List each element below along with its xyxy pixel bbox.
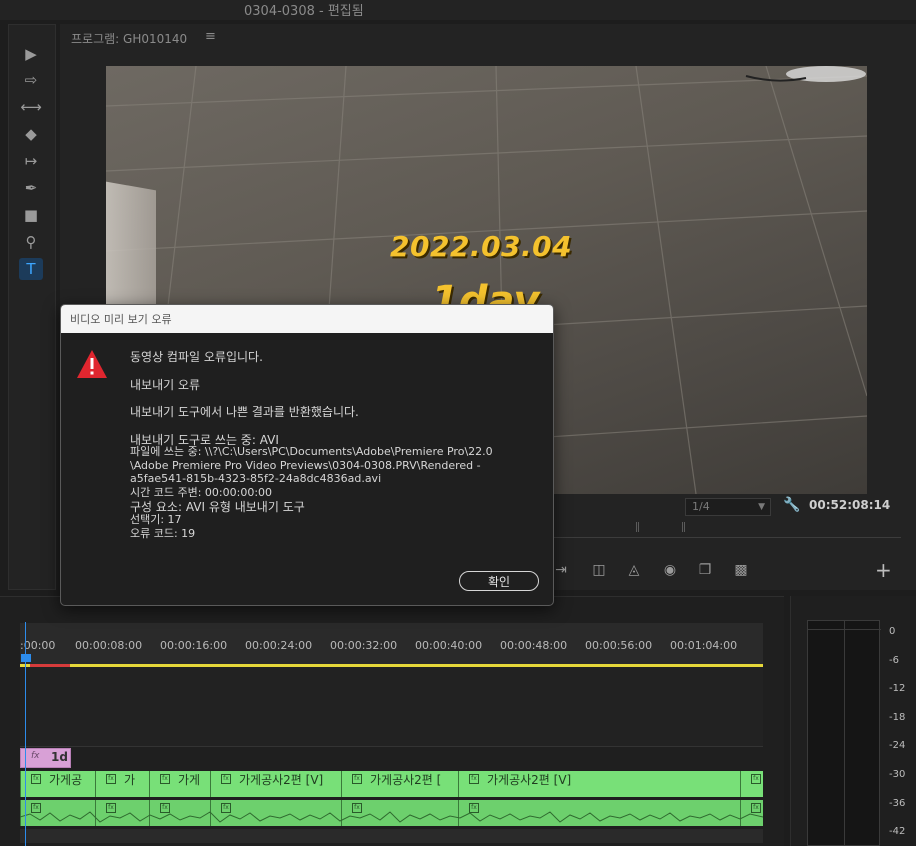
wrench-icon[interactable]: 🔧 — [783, 497, 800, 513]
scrub-tick — [682, 522, 683, 532]
duration-timecode: 00:52:08:14 — [809, 498, 891, 512]
ok-button[interactable]: 확인 — [459, 571, 539, 591]
select-tool-icon[interactable]: ▶ — [19, 43, 43, 65]
meter-label: -18 — [889, 712, 906, 723]
error-detail: a5fae541-815b-4323-85f2-24a8dc4836ad.avi — [130, 472, 382, 485]
extract-icon[interactable]: ◬ — [623, 560, 645, 580]
meter-label: -24 — [889, 740, 906, 751]
clip-name: 가게 — [178, 773, 201, 787]
empty-track-area[interactable] — [20, 667, 763, 747]
error-detail: 파일에 쓰는 중: \\?\C:\Users\PC\Documents\Adob… — [130, 445, 493, 458]
meter-label: -30 — [889, 769, 906, 780]
ruler-label: 00:00:32:00 — [330, 639, 398, 652]
rectangle-icon[interactable]: ■ — [19, 204, 43, 226]
ruler-label: 00:00:16:00 — [160, 639, 228, 652]
window-title: 0304-0308 - 편집됨 — [244, 4, 364, 19]
ruler-label: 00:00:48:00 — [500, 639, 568, 652]
track-select-icon[interactable]: ⇨ — [19, 69, 43, 91]
clip-name: 가게공사2편 [V] — [239, 773, 324, 787]
ruler-label: 00:00:40:00 — [415, 639, 483, 652]
fx-badge: fx — [31, 774, 41, 784]
error-detail: 오류 코드: 19 — [130, 527, 196, 540]
proxy-toggle-icon[interactable]: ▩ — [730, 560, 752, 580]
warning-icon — [77, 350, 107, 378]
audio-track: fx fx fx fx fx fx fx — [20, 800, 763, 826]
video-clip[interactable]: fx 가게 — [149, 771, 210, 797]
ruler-label: 00:00:24:00 — [245, 639, 313, 652]
fx-badge: fx — [160, 774, 170, 784]
meter-label: -36 — [889, 798, 906, 809]
window-titlebar: 0304-0308 - 편집됨 — [0, 0, 916, 20]
meter-channel-divider — [844, 621, 845, 846]
panel-menu-icon[interactable]: ≡ — [205, 29, 216, 44]
timeline-panel: :00:00 00:00:08:00 00:00:16:00 00:00:24:… — [0, 596, 784, 846]
scrub-tick — [636, 522, 637, 532]
audio-meter-bars — [807, 620, 881, 846]
error-line: 내보내기 오류 — [130, 378, 201, 392]
razor-icon[interactable]: ◆ — [19, 123, 43, 145]
audio-waveform — [20, 811, 763, 823]
fx-clip[interactable]: fx 1d — [20, 748, 71, 768]
timeline-ruler[interactable]: :00:00 00:00:08:00 00:00:16:00 00:00:24:… — [20, 623, 763, 667]
hand-zoom-icon[interactable]: ⚲ — [19, 231, 43, 253]
ruler-label: 00:00:08:00 — [75, 639, 143, 652]
playhead-line — [25, 622, 26, 846]
fx-badge: fx — [352, 774, 362, 784]
playhead-handle[interactable] — [21, 654, 31, 662]
ripple-edit-icon[interactable]: ⟷ — [19, 96, 43, 118]
type-tool-icon[interactable]: T — [19, 258, 43, 280]
lift-icon[interactable]: ◫ — [588, 560, 610, 580]
ruler-label: 00:01:04:00 — [670, 639, 738, 652]
audio-meter-panel: 0 -6 -12 -18 -24 -30 -36 -42 — [790, 596, 916, 846]
slip-icon[interactable]: ↦ — [19, 150, 43, 172]
meter-label: -6 — [889, 655, 899, 666]
fx-badge: fx — [106, 774, 116, 784]
fx-badge: fx — [469, 774, 479, 784]
error-headline: 동영상 컴파일 오류입니다. — [130, 350, 263, 364]
dialog-title: 비디오 미리 보기 오류 — [70, 313, 172, 326]
error-dialog: 비디오 미리 보기 오류 동영상 컴파일 오류입니다. 내보내기 오류 내보내기… — [60, 304, 554, 606]
tools-panel: ▶ ⇨ ⟷ ◆ ↦ ✒ ■ ⚲ T — [8, 24, 56, 590]
add-button[interactable]: + — [875, 558, 892, 582]
video-clip[interactable]: fx 가게공사2편 [ — [341, 771, 458, 797]
timeline-scrollbar[interactable] — [20, 829, 763, 843]
fx-badge: fx — [751, 774, 761, 784]
meter-label: -42 — [889, 826, 906, 837]
clip-name: 가 — [124, 773, 136, 787]
pen-icon[interactable]: ✒ — [19, 177, 43, 199]
panel-title: 프로그램: GH010140 — [71, 32, 188, 46]
fx-badge: fx — [221, 774, 231, 784]
overlay-date-text: 2022.03.04 — [390, 230, 573, 263]
video-clip[interactable]: fx 가게공 — [20, 771, 95, 797]
dialog-titlebar: 비디오 미리 보기 오류 — [61, 305, 553, 333]
meter-label: 0 — [889, 626, 896, 637]
resolution-select[interactable]: 1/4 ▼ — [685, 498, 771, 516]
video-clip[interactable]: fx 가게공사2편 [V] — [210, 771, 341, 797]
comparison-view-icon[interactable]: ❐ — [694, 560, 716, 580]
video-track: fx 가게공 fx 가 fx 가게 fx 가게공사2편 [V] fx 가게공사2… — [20, 771, 763, 797]
scrub-tick — [684, 522, 685, 532]
error-detail: 선택기: 17 — [130, 513, 182, 526]
video-clip[interactable]: fx 가 — [95, 771, 149, 797]
resolution-value: 1/4 — [692, 500, 710, 513]
scrub-tick — [638, 522, 639, 532]
clip-name: 가게공 — [49, 773, 83, 787]
video-clip[interactable]: fx — [740, 771, 763, 797]
ruler-label: 00:00:56:00 — [585, 639, 653, 652]
clip-name: 가게공사2편 [V] — [487, 773, 572, 787]
meter-label: -12 — [889, 683, 906, 694]
fx-badge: fx — [31, 751, 40, 761]
chevron-down-icon: ▼ — [758, 502, 765, 512]
fx-clip-label: 1d — [51, 750, 68, 764]
clip-name: 가게공사2편 [ — [370, 773, 442, 787]
error-detail: \Adobe Premiere Pro Video Previews\0304-… — [130, 459, 481, 472]
error-line: 내보내기 도구에서 나쁜 결과를 반환했습니다. — [130, 405, 359, 419]
video-clip[interactable]: fx 가게공사2편 [V] — [458, 771, 740, 797]
camera-icon[interactable]: ◉ — [659, 560, 681, 580]
